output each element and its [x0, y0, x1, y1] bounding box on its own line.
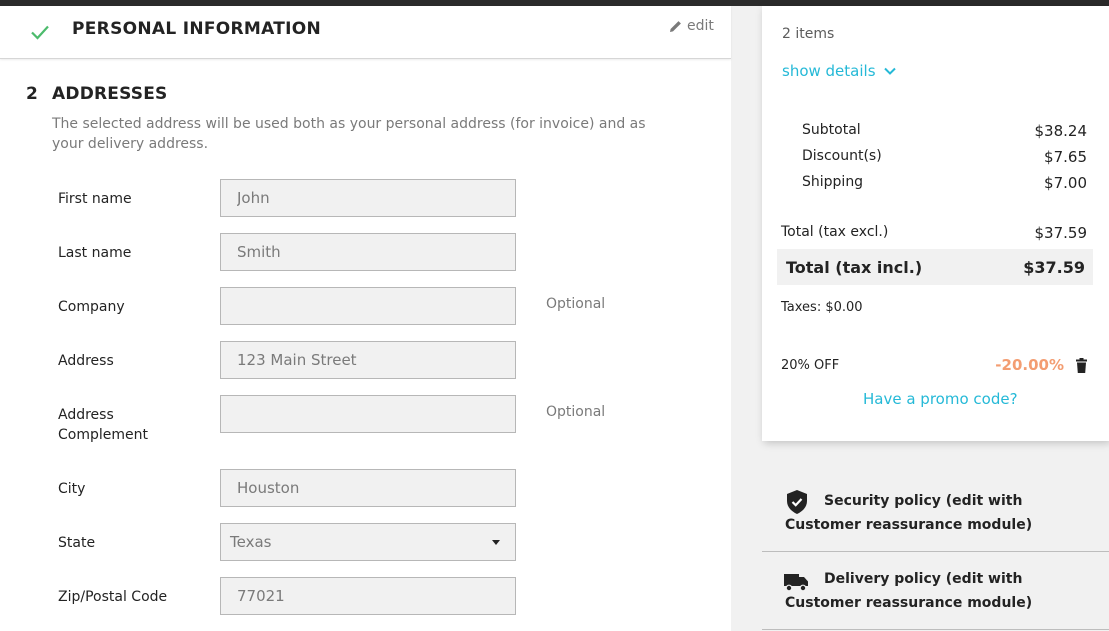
city-field[interactable] [220, 469, 516, 507]
pencil-icon [670, 20, 681, 32]
address-complement-label: Address Complement [58, 405, 148, 445]
state-select[interactable]: Texas [220, 523, 516, 561]
shipping-line: Shipping $7.00 [802, 174, 1087, 192]
company-label: Company [58, 299, 125, 315]
first-name-field[interactable] [220, 179, 516, 217]
address-complement-label-line2: Complement [58, 427, 148, 443]
total-incl-line: Total (tax incl.) $37.59 [777, 249, 1093, 285]
trash-icon[interactable] [1076, 357, 1087, 373]
subtotal-label: Subtotal [802, 122, 861, 138]
voucher-value-group: -20.00% [995, 356, 1087, 374]
voucher-name: 20% OFF [781, 357, 840, 373]
addresses-title: ADDRESSES [52, 84, 168, 104]
address-complement-field[interactable] [220, 395, 516, 433]
show-details-toggle[interactable]: show details [782, 62, 896, 80]
security-policy-text: Security policy (edit with Customer reas… [785, 493, 1033, 533]
personal-information-title: PERSONAL INFORMATION [72, 19, 322, 39]
address-complement-optional-hint: Optional [546, 404, 606, 420]
total-incl-label: Total (tax incl.) [786, 257, 923, 277]
total-excl-label: Total (tax excl.) [781, 224, 889, 240]
checkout-steps: PERSONAL INFORMATION edit 2 ADDRESSES The… [0, 6, 731, 631]
company-optional-hint: Optional [546, 296, 606, 312]
promo-code-link[interactable]: Have a promo code? [863, 390, 1018, 408]
shipping-label: Shipping [802, 174, 864, 190]
edit-personal-information-link[interactable]: edit [669, 18, 714, 34]
total-excl-line: Total (tax excl.) $37.59 [781, 224, 1087, 242]
last-name-field[interactable] [220, 233, 516, 271]
applied-voucher: 20% OFF -20.00% [781, 356, 1087, 374]
caret-down-icon [492, 540, 500, 545]
addresses-step-header: 2 ADDRESSES [26, 84, 168, 104]
items-count: 2 items [782, 26, 835, 42]
subtotal-value: $38.24 [1034, 122, 1088, 140]
step-number: 2 [26, 84, 39, 104]
taxes-line: Taxes: $0.00 [781, 300, 863, 315]
address-label: Address [58, 353, 114, 369]
first-name-label: First name [58, 191, 132, 207]
cart-summary: 2 items show details Subtotal $38.24 Dis… [762, 6, 1109, 441]
discount-value: $7.65 [1044, 148, 1087, 166]
total-excl-value: $37.59 [1034, 224, 1088, 242]
address-complement-label-line1: Address [58, 407, 114, 423]
state-label: State [58, 535, 96, 551]
discount-label: Discount(s) [802, 148, 882, 164]
city-label: City [58, 481, 86, 497]
personal-information-step[interactable]: PERSONAL INFORMATION edit [0, 6, 731, 59]
check-icon [31, 25, 49, 40]
voucher-value: -20.00% [995, 356, 1064, 374]
security-policy-block: Security policy (edit with Customer reas… [762, 489, 1109, 552]
edit-label: edit [687, 18, 714, 34]
shipping-value: $7.00 [1044, 174, 1087, 192]
zip-field[interactable] [220, 577, 516, 615]
company-field[interactable] [220, 287, 516, 325]
chevron-down-icon [883, 67, 896, 75]
total-incl-value: $37.59 [1023, 257, 1085, 277]
delivery-policy-block: Delivery policy (edit with Customer reas… [762, 567, 1109, 630]
show-details-label: show details [782, 62, 876, 80]
address-field[interactable] [220, 341, 516, 379]
subtotal-line: Subtotal $38.24 [802, 122, 1087, 140]
state-selected-value: Texas [230, 533, 272, 551]
addresses-description: The selected address will be used both a… [52, 116, 646, 152]
last-name-label: Last name [58, 245, 132, 261]
zip-label: Zip/Postal Code [58, 589, 168, 605]
delivery-policy-text: Delivery policy (edit with Customer reas… [785, 571, 1033, 611]
discount-line: Discount(s) $7.65 [802, 148, 1087, 166]
